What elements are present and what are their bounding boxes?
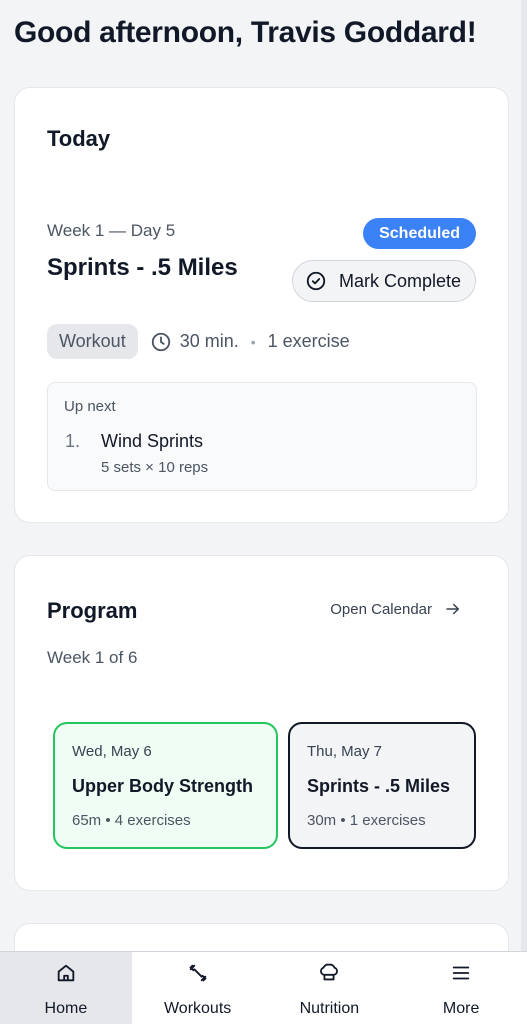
- dashboard-page: Good afternoon, Travis Goddard! Today We…: [0, 0, 527, 1024]
- exercise-count: 1 exercise: [267, 331, 350, 351]
- day-date: Wed, May 6: [72, 743, 152, 760]
- up-next-item-detail: 5 sets × 10 reps: [101, 459, 209, 476]
- arrow-right-icon: [446, 603, 459, 615]
- dumbbell-icon: [188, 964, 207, 982]
- nav-label-home: Home: [44, 1000, 88, 1017]
- open-calendar-link[interactable]: Open Calendar: [330, 600, 462, 618]
- workout-title: Sprints - .5 Miles: [47, 254, 238, 281]
- week-day-label: Week 1 — Day 5: [47, 221, 176, 240]
- day-workout-name: Upper Body Strength: [72, 776, 254, 796]
- day-workout-name: Sprints - .5 Miles: [307, 776, 451, 796]
- program-title: Program: [47, 598, 138, 623]
- up-next-item-number: 1.: [65, 431, 81, 451]
- program-day-card-current[interactable]: Thu, May 7 Sprints - .5 Miles 30m • 1 ex…: [288, 722, 476, 849]
- up-next-label: Up next: [64, 398, 116, 415]
- day-meta: 65m • 4 exercises: [72, 812, 191, 829]
- meta-separator: •: [250, 333, 256, 350]
- bottom-navigation: Home Workouts Nutrition More: [0, 951, 527, 1024]
- nav-item-more[interactable]: More: [395, 952, 527, 1024]
- workout-meta-row: Workout 30 min. • 1 exercise: [47, 324, 350, 359]
- scrollbar[interactable]: [521, 0, 527, 1024]
- greeting-heading: Good afternoon, Travis Goddard!: [14, 16, 477, 49]
- nav-item-workouts[interactable]: Workouts: [132, 952, 264, 1024]
- open-calendar-label: Open Calendar: [330, 600, 432, 618]
- workout-type-tag: Workout: [47, 324, 138, 359]
- duration-text: 30 min.: [179, 331, 239, 351]
- day-meta: 30m • 1 exercises: [307, 812, 426, 829]
- duration-item: 30 min.: [150, 331, 239, 353]
- up-next-item-name: Wind Sprints: [101, 431, 204, 451]
- mark-complete-button[interactable]: Mark Complete: [291, 260, 476, 302]
- today-card: Today Week 1 — Day 5 Sprints - .5 Miles …: [14, 87, 509, 523]
- nav-item-home[interactable]: Home: [0, 952, 132, 1024]
- chef-hat-icon: [320, 963, 339, 981]
- up-next-panel: Up next 1. Wind Sprints 5 sets × 10 reps: [47, 382, 477, 491]
- program-day-card-completed[interactable]: Wed, May 6 Upper Body Strength 65m • 4 e…: [53, 722, 278, 849]
- clock-icon: [151, 332, 170, 351]
- nav-label-workouts: Workouts: [163, 1000, 232, 1017]
- program-card: Program Open Calendar Week 1 of 6 Wed, M…: [14, 555, 509, 891]
- nav-label-more: More: [442, 1000, 480, 1017]
- menu-icon: [452, 966, 470, 980]
- program-week-label: Week 1 of 6: [47, 648, 138, 667]
- nav-item-nutrition[interactable]: Nutrition: [264, 952, 396, 1024]
- nav-label-nutrition: Nutrition: [299, 1000, 360, 1017]
- status-badge: Scheduled: [363, 218, 476, 249]
- mark-complete-label: Mark Complete: [338, 270, 461, 291]
- check-circle-icon: [306, 271, 326, 291]
- today-title: Today: [47, 126, 111, 151]
- home-icon: [57, 964, 75, 982]
- day-date: Thu, May 7: [307, 743, 383, 760]
